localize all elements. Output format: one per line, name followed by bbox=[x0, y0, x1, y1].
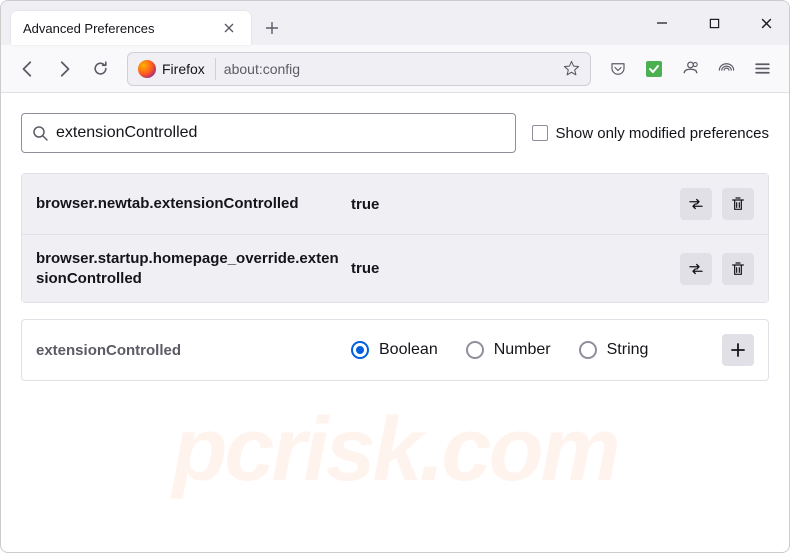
delete-button[interactable] bbox=[722, 188, 754, 220]
navigation-toolbar: Firefox about:config bbox=[1, 45, 789, 93]
pref-value: true bbox=[351, 260, 670, 277]
window-controls bbox=[647, 1, 781, 45]
radio-circle-icon bbox=[579, 341, 597, 359]
pref-name: browser.startup.homepage_override.extens… bbox=[36, 249, 341, 288]
preferences-table: browser.newtab.extensionControlled true … bbox=[21, 173, 769, 303]
new-tab-button[interactable] bbox=[257, 13, 287, 43]
maximize-button[interactable] bbox=[699, 8, 729, 38]
radio-boolean[interactable]: Boolean bbox=[351, 341, 438, 359]
toolbar-right bbox=[601, 52, 779, 86]
preference-row: browser.startup.homepage_override.extens… bbox=[22, 235, 768, 302]
radio-label: Number bbox=[494, 341, 551, 359]
back-button[interactable] bbox=[11, 52, 45, 86]
radio-string[interactable]: String bbox=[579, 341, 649, 359]
tab-title: Advanced Preferences bbox=[23, 21, 219, 36]
tab-active[interactable]: Advanced Preferences bbox=[11, 11, 251, 45]
radio-label: Boolean bbox=[379, 341, 438, 359]
radio-number[interactable]: Number bbox=[466, 341, 551, 359]
tab-bar: Advanced Preferences bbox=[1, 1, 789, 45]
browser-window: Advanced Preferences bbox=[0, 0, 790, 553]
account-icon[interactable] bbox=[673, 52, 707, 86]
close-tab-button[interactable] bbox=[219, 18, 239, 38]
url-text: about:config bbox=[224, 61, 558, 77]
toggle-button[interactable] bbox=[680, 253, 712, 285]
firefox-icon bbox=[138, 60, 156, 78]
search-icon bbox=[32, 125, 48, 141]
show-modified-checkbox[interactable]: Show only modified preferences bbox=[532, 125, 769, 142]
search-row: extensionControlled Show only modified p… bbox=[21, 113, 769, 153]
create-preference-row: extensionControlled Boolean Number Strin… bbox=[21, 319, 769, 381]
radio-circle-icon bbox=[351, 341, 369, 359]
create-pref-name: extensionControlled bbox=[36, 342, 341, 359]
delete-button[interactable] bbox=[722, 253, 754, 285]
extension-icon[interactable] bbox=[637, 52, 671, 86]
identity-label: Firefox bbox=[162, 61, 205, 77]
forward-button[interactable] bbox=[47, 52, 81, 86]
content-area: extensionControlled Show only modified p… bbox=[1, 93, 789, 552]
search-input[interactable]: extensionControlled bbox=[21, 113, 516, 153]
radio-label: String bbox=[607, 341, 649, 359]
add-button[interactable] bbox=[722, 334, 754, 366]
minimize-button[interactable] bbox=[647, 8, 677, 38]
search-value: extensionControlled bbox=[56, 124, 505, 142]
site-identity[interactable]: Firefox bbox=[134, 58, 216, 80]
pref-value: true bbox=[351, 196, 670, 213]
radio-circle-icon bbox=[466, 341, 484, 359]
pref-name: browser.newtab.extensionControlled bbox=[36, 194, 341, 214]
bookmark-star-icon[interactable] bbox=[558, 56, 584, 82]
app-menu-icon[interactable] bbox=[745, 52, 779, 86]
watermark: pcrisk.com bbox=[172, 399, 617, 502]
type-radio-group: Boolean Number String bbox=[351, 341, 712, 359]
toggle-button[interactable] bbox=[680, 188, 712, 220]
reload-button[interactable] bbox=[83, 52, 117, 86]
address-bar[interactable]: Firefox about:config bbox=[127, 52, 591, 86]
pocket-icon[interactable] bbox=[601, 52, 635, 86]
preference-row: browser.newtab.extensionControlled true bbox=[22, 174, 768, 235]
close-window-button[interactable] bbox=[751, 8, 781, 38]
checkbox-label: Show only modified preferences bbox=[556, 125, 769, 142]
shield-icon[interactable] bbox=[709, 52, 743, 86]
checkbox-box-icon bbox=[532, 125, 548, 141]
